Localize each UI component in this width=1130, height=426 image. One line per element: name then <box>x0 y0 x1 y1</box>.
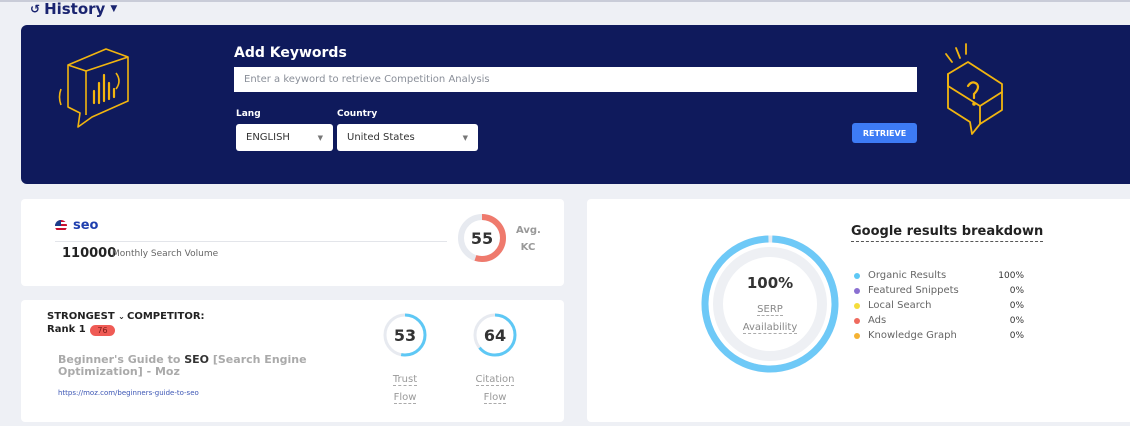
legend-item-featured-snippets: Featured Snippets 0% <box>854 283 1024 298</box>
strongest-label: STRONGEST <box>47 311 115 322</box>
avg-label-line2: KC <box>520 242 536 253</box>
citation-flow-value: 64 <box>483 325 507 345</box>
kc-value: 55 <box>470 228 494 248</box>
search-volume-label: Monthly Search Volume <box>112 249 219 259</box>
chevron-down-icon: ▼ <box>110 4 118 14</box>
keyword-name: seo <box>73 218 99 233</box>
legend-item-organic: Organic Results 100% <box>854 268 1024 283</box>
competitor-card: STRONGEST ⌄ COMPETITOR: Rank 1 76 Beginn… <box>21 300 564 422</box>
legend-name: Local Search <box>868 300 932 311</box>
keyword-input[interactable] <box>234 67 917 92</box>
serp-percentage: 100% <box>746 274 794 292</box>
citation-label-line1: Citation <box>475 374 515 386</box>
history-label: History <box>44 0 106 18</box>
legend-item-knowledge-graph: Knowledge Graph 0% <box>854 328 1024 343</box>
legend-item-local-search: Local Search 0% <box>854 298 1024 313</box>
legend-name: Organic Results <box>868 270 947 281</box>
history-icon: ↺ <box>30 2 41 16</box>
chevron-down-icon: ⌄ <box>118 312 125 321</box>
ads-dot-icon <box>854 317 860 324</box>
legend-pct: 0% <box>1009 330 1024 341</box>
us-flag-icon <box>55 220 67 232</box>
serp-availability-label: SERP Availability <box>701 301 839 337</box>
trust-label-line2: Flow <box>393 392 417 404</box>
rank-label: Rank 1 <box>47 324 86 335</box>
knowledge-graph-dot-icon <box>854 332 860 339</box>
search-volume: 110000 <box>62 246 117 261</box>
serp-label-line2: Availability <box>742 322 798 334</box>
retrieve-button[interactable]: RETRIEVE <box>852 123 917 143</box>
results-legend: Organic Results 100% Featured Snippets 0… <box>854 268 1024 343</box>
legend-pct: 0% <box>1009 285 1024 296</box>
legend-pct: 0% <box>1009 300 1024 311</box>
featured-snippets-dot-icon <box>854 287 860 294</box>
audio-speech-bubble-illustration <box>58 48 129 128</box>
chevron-down-icon: ▼ <box>317 133 323 142</box>
strongest-dropdown[interactable]: STRONGEST ⌄ <box>47 311 125 322</box>
competitor-label: COMPETITOR: <box>127 311 205 322</box>
legend-item-ads: Ads 0% <box>854 313 1024 328</box>
local-search-dot-icon <box>854 302 860 309</box>
legend-name: Ads <box>868 315 887 326</box>
lang-select-value: ENGLISH <box>246 132 290 143</box>
avg-label-line1: Avg. <box>516 225 541 236</box>
citation-label-line2: Flow <box>483 392 507 404</box>
add-keywords-banner: Add Keywords Lang ENGLISH ▼ Country Unit… <box>21 25 1130 184</box>
trust-flow-value: 53 <box>393 325 417 345</box>
country-select-value: United States <box>347 132 415 143</box>
history-dropdown[interactable]: ↺ History ▼ <box>30 0 117 18</box>
keyword-card: seo 110000 Monthly Search Volume 55 Avg.… <box>21 199 564 286</box>
legend-name: Knowledge Graph <box>868 330 957 341</box>
top-divider <box>0 0 1130 2</box>
rank-score-badge: 76 <box>90 325 115 336</box>
legend-pct: 0% <box>1009 315 1024 326</box>
add-keywords-title: Add Keywords <box>234 45 347 61</box>
google-results-title: Google results breakdown <box>851 224 1044 242</box>
citation-flow-label: Citation Flow <box>465 371 525 407</box>
legend-name: Featured Snippets <box>868 285 959 296</box>
competitor-page-title: Beginner's Guide to SEO [Search Engine O… <box>58 354 358 378</box>
country-select[interactable]: United States ▼ <box>337 124 478 151</box>
chevron-down-icon: ▼ <box>462 133 468 142</box>
question-speech-bubble-illustration <box>945 43 1003 135</box>
trust-label-line1: Trust <box>392 374 418 386</box>
country-label: Country <box>337 109 378 119</box>
serp-label-line1: SERP <box>757 304 783 316</box>
trust-flow-label: Trust Flow <box>380 371 430 407</box>
lang-select[interactable]: ENGLISH ▼ <box>236 124 333 151</box>
title-highlight: SEO <box>184 353 210 366</box>
lang-label: Lang <box>236 109 261 119</box>
google-results-card: 100% SERP Availability Google results br… <box>587 199 1130 422</box>
legend-pct: 100% <box>998 270 1024 281</box>
avg-kc-label: Avg. KC <box>516 222 541 256</box>
divider <box>55 241 447 242</box>
competitor-url-link[interactable]: https://moz.com/beginners-guide-to-seo <box>58 389 199 397</box>
organic-dot-icon <box>854 272 860 279</box>
